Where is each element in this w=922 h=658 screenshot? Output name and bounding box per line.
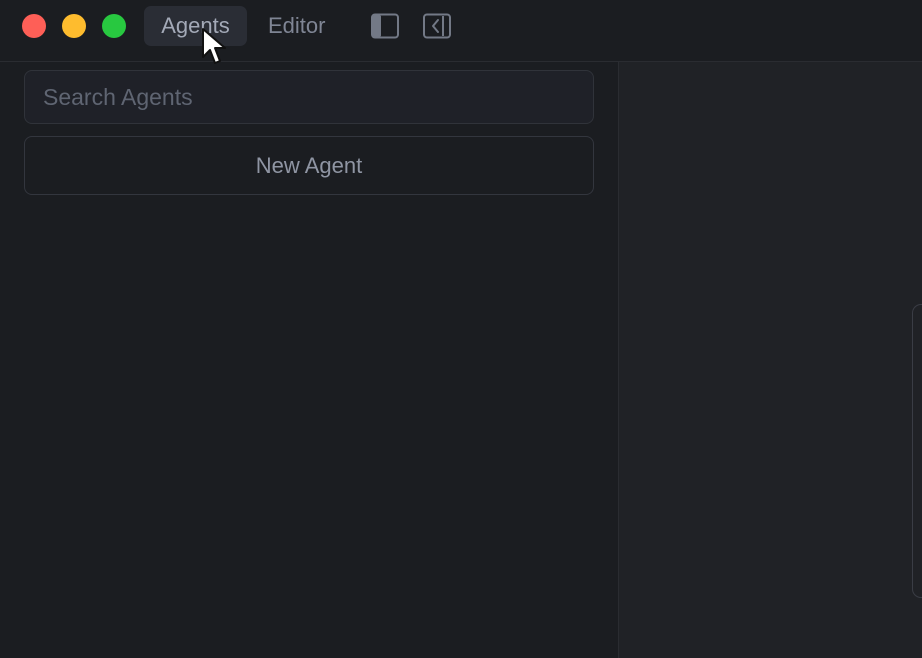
right-panel-edge bbox=[912, 304, 922, 598]
new-agent-button[interactable]: New Agent bbox=[24, 136, 594, 195]
pointer-arrow-icon bbox=[202, 28, 226, 64]
close-window-button[interactable] bbox=[22, 14, 46, 38]
minimize-window-button[interactable] bbox=[62, 14, 86, 38]
sidebar-toggle-icon[interactable] bbox=[371, 13, 399, 39]
app-window: Agents Editor New Agent bbox=[0, 0, 922, 658]
agents-sidebar: New Agent bbox=[0, 62, 619, 658]
main-content-panel bbox=[619, 62, 922, 658]
title-bar: Agents Editor bbox=[0, 0, 922, 62]
maximize-window-button[interactable] bbox=[102, 14, 126, 38]
tab-agents[interactable]: Agents bbox=[144, 6, 247, 46]
collapse-panel-icon[interactable] bbox=[423, 13, 451, 39]
tab-editor[interactable]: Editor bbox=[256, 6, 337, 46]
search-agents-input[interactable] bbox=[24, 70, 594, 124]
